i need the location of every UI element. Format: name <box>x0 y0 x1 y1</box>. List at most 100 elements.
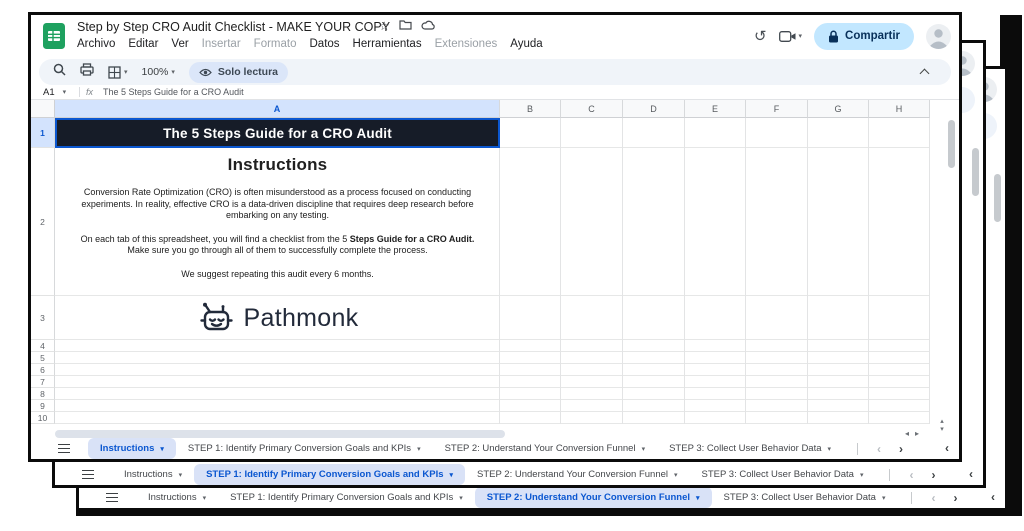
zoom-control[interactable]: 100% ▾ <box>142 66 175 78</box>
print-icon[interactable] <box>80 63 94 81</box>
chevron-down-icon: ▾ <box>417 445 421 453</box>
menu-editar[interactable]: Editar <box>128 38 158 50</box>
star-icon[interactable]: ☆ <box>379 19 390 33</box>
chevron-down-icon: ▾ <box>642 445 646 453</box>
tabs-next-arrow[interactable]: › <box>944 491 966 505</box>
vertical-scrollbar[interactable] <box>994 174 1001 222</box>
version-history-icon[interactable]: ↺ <box>754 27 767 45</box>
chevron-down-icon: ▾ <box>828 445 832 453</box>
collapse-toolbar-icon[interactable] <box>921 68 929 76</box>
sheet-tab-bar: Instructions▾STEP 1: Identify Primary Co… <box>55 464 983 485</box>
formula-bar: A1 ▾ fx The 5 Steps Guide for a CRO Audi… <box>31 85 959 100</box>
tabs-prev-arrow[interactable]: ‹ <box>868 442 890 456</box>
column-headers: ABCDEFGH <box>55 100 930 118</box>
instructions-paragraph-2: On each tab of this spreadsheet, you wil… <box>55 234 500 257</box>
google-sheets-icon[interactable] <box>42 23 66 54</box>
row-header-2[interactable]: 2 <box>31 148 55 296</box>
row-header-5[interactable]: 5 <box>31 352 55 364</box>
sheet-tab-step-2[interactable]: STEP 2: Understand Your Conversion Funne… <box>475 487 712 508</box>
row-header-6[interactable]: 6 <box>31 364 55 376</box>
menu-insertar: Insertar <box>202 38 241 50</box>
column-header-f[interactable]: F <box>746 100 808 118</box>
chevron-down-icon: ▾ <box>171 68 175 76</box>
menu-ayuda[interactable]: Ayuda <box>510 38 542 50</box>
sheet-tab-step-1[interactable]: STEP 1: Identify Primary Conversion Goal… <box>194 464 465 485</box>
select-all-corner[interactable] <box>31 100 55 118</box>
side-panel-toggle[interactable]: ‹ <box>991 490 995 504</box>
sheet-tab-instructions[interactable]: Instructions▾ <box>88 438 176 459</box>
share-button[interactable]: Compartir <box>814 23 914 50</box>
horizontal-scroll-arrows[interactable]: ◂▸ <box>905 429 925 438</box>
tabstrip-divider <box>857 443 858 455</box>
sheet-tab-instructions[interactable]: Instructions▾ <box>136 487 218 508</box>
tabs-next-arrow[interactable]: › <box>922 468 944 482</box>
tabstrip-divider <box>911 492 912 504</box>
row-header-3[interactable]: 3 <box>31 296 55 340</box>
document-title[interactable]: Step by Step CRO Audit Checklist - MAKE … <box>77 20 390 34</box>
row-header-7[interactable]: 7 <box>31 376 55 388</box>
pathmonk-logo-text: Pathmonk <box>244 304 359 333</box>
search-icon[interactable] <box>53 63 66 81</box>
sheet-tab-step-1[interactable]: STEP 1: Identify Primary Conversion Goal… <box>176 438 433 459</box>
chevron-down-icon: ▾ <box>63 88 67 96</box>
tabs-prev-arrow[interactable]: ‹ <box>922 491 944 505</box>
sheet-tab-bar: Instructions▾STEP 1: Identify Primary Co… <box>79 487 1005 508</box>
sheet-tab-step-2[interactable]: STEP 2: Understand Your Conversion Funne… <box>433 438 658 459</box>
column-header-c[interactable]: C <box>561 100 623 118</box>
side-panel-toggle[interactable]: ‹ <box>969 467 973 481</box>
cell-a3-logo[interactable]: Pathmonk <box>55 296 500 340</box>
all-sheets-menu-icon[interactable] <box>58 444 70 453</box>
menu-datos[interactable]: Datos <box>310 38 340 50</box>
column-header-g[interactable]: G <box>808 100 869 118</box>
chevron-down-icon: ▾ <box>674 471 678 479</box>
sheet-tab-step-3[interactable]: STEP 3: Collect User Behavior Data▾ <box>690 464 876 485</box>
vertical-scrollbar[interactable] <box>972 148 979 196</box>
column-header-a[interactable]: A <box>55 100 500 118</box>
row-header-9[interactable]: 9 <box>31 400 55 412</box>
sheet-tab-instructions[interactable]: Instructions▾ <box>112 464 194 485</box>
menu-herramientas[interactable]: Herramientas <box>353 38 422 50</box>
active-cell-reference: A1 <box>43 87 55 98</box>
formula-input[interactable]: The 5 Steps Guide for a CRO Audit <box>103 87 244 97</box>
lock-icon <box>828 30 839 43</box>
toolbar-pill: ▾ 100% ▾ Solo lectura <box>39 59 951 85</box>
sheet-tab-step-3[interactable]: STEP 3: Collect User Behavior Data▾ <box>712 487 898 508</box>
chevron-down-icon: ▾ <box>203 494 207 502</box>
menu-archivo[interactable]: Archivo <box>77 38 115 50</box>
name-box[interactable]: A1 ▾ <box>31 87 77 98</box>
row-header-8[interactable]: 8 <box>31 388 55 400</box>
tabs-prev-arrow[interactable]: ‹ <box>900 468 922 482</box>
spreadsheet-grid[interactable]: The 5 Steps Guide for a CRO Audit Instru… <box>55 118 930 424</box>
sheet-tab-step-1[interactable]: STEP 1: Identify Primary Conversion Goal… <box>218 487 475 508</box>
row-header-4[interactable]: 4 <box>31 340 55 352</box>
column-header-e[interactable]: E <box>685 100 746 118</box>
avatar[interactable] <box>926 24 951 49</box>
chevron-down-icon: ▾ <box>799 32 803 40</box>
column-header-d[interactable]: D <box>623 100 685 118</box>
vertical-scrollbar[interactable] <box>948 120 955 168</box>
column-header-h[interactable]: H <box>869 100 930 118</box>
row-header-10[interactable]: 10 <box>31 412 55 424</box>
tabs-next-arrow[interactable]: › <box>890 442 912 456</box>
chevron-down-icon: ▾ <box>882 494 886 502</box>
chevron-down-icon: ▾ <box>124 68 128 76</box>
all-sheets-menu-icon[interactable] <box>82 470 94 479</box>
sheet-tab-step-3[interactable]: STEP 3: Collect User Behavior Data▾ <box>657 438 843 459</box>
side-panel-toggle[interactable]: ‹ <box>945 441 949 455</box>
meet-camera-control[interactable]: ▾ <box>779 31 803 42</box>
horizontal-scrollbar[interactable] <box>55 430 505 438</box>
sheet-tab-step-2[interactable]: STEP 2: Understand Your Conversion Funne… <box>465 464 690 485</box>
all-sheets-menu-icon[interactable] <box>106 493 118 502</box>
readonly-mode-chip[interactable]: Solo lectura <box>189 62 288 83</box>
cell-a2-instructions[interactable]: Instructions Conversion Rate Optimizatio… <box>55 148 500 296</box>
column-header-b[interactable]: B <box>500 100 561 118</box>
vertical-scroll-arrows[interactable]: ▴▾ <box>929 418 955 434</box>
paint-format-control[interactable]: ▾ <box>108 66 128 79</box>
cell-a1-banner[interactable]: The 5 Steps Guide for a CRO Audit <box>55 118 500 148</box>
chevron-down-icon: ▾ <box>459 494 463 502</box>
window-instructions: Step by Step CRO Audit Checklist - MAKE … <box>28 12 962 462</box>
cloud-status-icon[interactable] <box>421 19 435 33</box>
move-folder-icon[interactable] <box>399 19 412 33</box>
row-header-1[interactable]: 1 <box>31 118 55 148</box>
menu-ver[interactable]: Ver <box>171 38 188 50</box>
